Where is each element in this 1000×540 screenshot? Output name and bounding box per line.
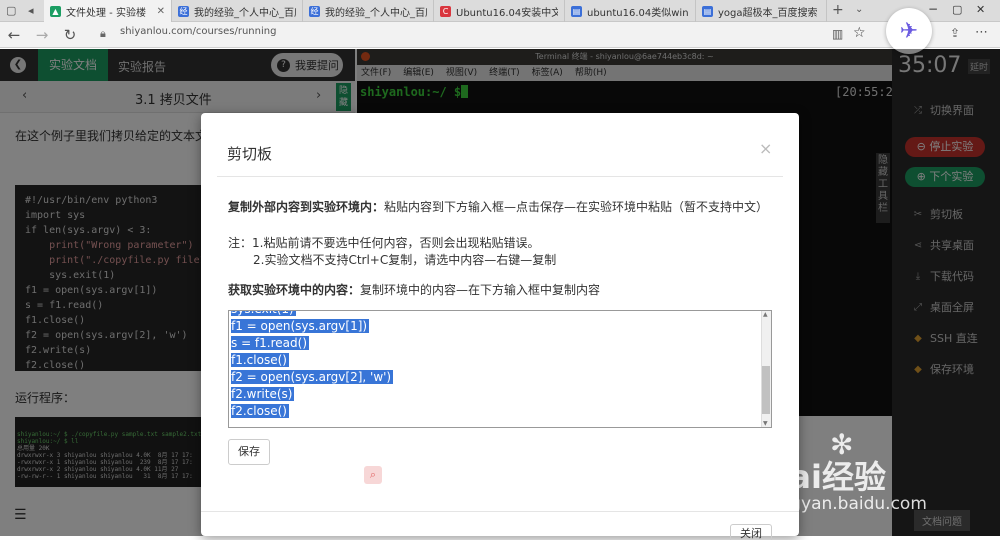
shiyanlou-favicon-icon: ▲: [50, 5, 61, 17]
browser-tab[interactable]: ▤ yoga超极本_百度搜索: [696, 0, 827, 22]
selected-text: s = f1.read(): [231, 336, 309, 350]
page-favicon-icon: ▤: [571, 5, 582, 17]
search-icon[interactable]: ⌕: [364, 466, 382, 484]
get-content-instructions: 获取实验环境中的内容：复制环境中的内容—在下方输入框中复制内容: [228, 283, 601, 297]
browser-tab[interactable]: 经 我的经验_个人中心_百度经验: [172, 0, 303, 22]
scroll-up-icon[interactable]: ▲: [763, 311, 768, 318]
url-field[interactable]: shiyanlou.com/courses/running: [120, 26, 276, 37]
new-tab-icon[interactable]: +: [832, 2, 844, 18]
selected-text: f1.close(): [231, 353, 289, 367]
divider: [201, 511, 799, 512]
more-menu-icon[interactable]: ⋯: [975, 25, 988, 40]
selected-text: f2.close(): [231, 404, 289, 418]
refresh-icon[interactable]: ↻: [60, 26, 80, 44]
address-bar: ← → ↻ 🔒︎ shiyanlou.com/courses/running ▥…: [0, 22, 1000, 48]
share-icon[interactable]: ⇪: [950, 26, 960, 40]
baidu-jingyan-favicon-icon: 经: [309, 5, 320, 17]
clipboard-line: f2.write(s): [229, 386, 761, 403]
tab-list-icon[interactable]: ▢: [6, 4, 16, 17]
clipboard-line: f2.close(): [229, 403, 761, 420]
selected-text: sys.exit(1): [231, 311, 296, 316]
save-button[interactable]: 保存: [228, 439, 270, 465]
scrollbar[interactable]: ▲ ▼: [761, 311, 771, 427]
clipboard-line: f1 = open(sys.argv[1]): [229, 318, 761, 335]
window-close-icon[interactable]: ✕: [976, 3, 985, 16]
clipboard-line: f2 = open(sys.argv[2], 'w'): [229, 369, 761, 386]
close-dialog-button[interactable]: 关闭: [730, 524, 772, 540]
scroll-down-icon[interactable]: ▼: [763, 420, 768, 427]
clipboard-text: sys.exit(1) f1 = open(sys.argv[1]) s = f1.…: [229, 311, 761, 420]
dialog-title: 剪切板: [227, 145, 273, 163]
browser-tab[interactable]: ▤ ubuntu16.04类似win中的画: [565, 0, 696, 22]
browser-tab-strip: ▢ ◂ ▲ 文件处理 - 实验楼 ✕ 经 我的经验_个人中心_百度经验 经 我的…: [0, 0, 1000, 22]
back-tabs-icon[interactable]: ◂: [28, 4, 34, 17]
tab-dropdown-icon[interactable]: ⌄: [855, 4, 863, 15]
forward-icon[interactable]: →: [32, 26, 52, 44]
browser-tab[interactable]: 经 我的经验_个人中心_百度经验: [303, 0, 434, 22]
dialog-close-icon[interactable]: ×: [759, 139, 772, 158]
baidu-jingyan-favicon-icon: 经: [178, 5, 189, 17]
minimize-icon[interactable]: −: [928, 2, 938, 16]
baidu-paw-icon: ✻: [830, 428, 854, 461]
baidu-favicon-icon: ▤: [702, 5, 713, 17]
tab-close-icon[interactable]: ✕: [157, 6, 165, 17]
favorite-star-icon[interactable]: ☆: [853, 25, 866, 41]
copy-in-instructions: 复制外部内容到实验环境内：粘贴内容到下方输入框—点击保存—在实验环境中粘贴（暂不…: [228, 200, 769, 214]
back-icon[interactable]: ←: [4, 26, 24, 44]
csdn-favicon-icon: C: [440, 5, 451, 17]
divider: [217, 176, 783, 177]
clipboard-line: sys.exit(1): [229, 311, 761, 318]
maximize-icon[interactable]: ▢: [952, 3, 962, 16]
clipboard-dialog: 剪切板 × 复制外部内容到实验环境内：粘贴内容到下方输入框—点击保存—在实验环境…: [201, 113, 799, 540]
floating-bird-icon[interactable]: ✈: [886, 8, 932, 54]
reading-view-icon[interactable]: ▥: [832, 27, 843, 41]
scrollbar-thumb[interactable]: [762, 366, 770, 414]
browser-tab-active[interactable]: ▲ 文件处理 - 实验楼 ✕: [44, 0, 172, 22]
selected-text: f1 = open(sys.argv[1]): [231, 319, 370, 333]
clipboard-line: s = f1.read(): [229, 335, 761, 352]
browser-tab[interactable]: C Ubuntu16.04安装中文输入法: [434, 0, 565, 22]
selected-text: f2 = open(sys.argv[2], 'w'): [231, 370, 394, 384]
clipboard-textarea[interactable]: sys.exit(1) f1 = open(sys.argv[1]) s = f1.…: [228, 310, 772, 428]
lock-icon: 🔒︎: [100, 27, 106, 40]
selected-text: f2.write(s): [231, 387, 295, 401]
clipboard-line: f1.close(): [229, 352, 761, 369]
note-1: 注：1.粘贴前请不要选中任何内容，否则会出现粘贴错误。: [228, 236, 540, 250]
note-2: 2.实验文档不支持Ctrl+C复制，请选中内容—右键—复制: [253, 253, 557, 267]
